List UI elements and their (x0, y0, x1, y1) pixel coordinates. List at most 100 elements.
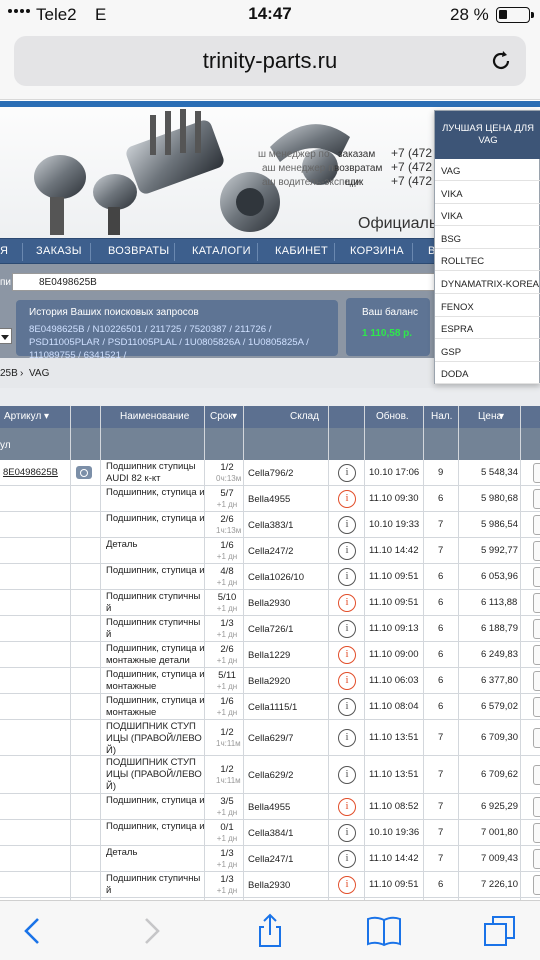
info-icon[interactable]: i (338, 568, 356, 586)
updated: 11.10 09:00 (369, 649, 419, 660)
availability: 9 (438, 467, 444, 478)
nav-cabinet[interactable]: КАБИНЕТ (275, 245, 328, 257)
contact-label: заказам (338, 149, 376, 160)
dropdown-brand-item[interactable]: VIKA (435, 204, 540, 227)
dropdown-brand-item[interactable]: FENOX (435, 295, 540, 317)
contact-phone[interactable]: +7 (472 (391, 174, 432, 188)
dropdown-brand-item[interactable]: VAG (435, 159, 540, 181)
dropdown-brand-item[interactable]: DYNAMATRIX-KOREA (435, 272, 540, 294)
bookmarks-icon[interactable] (366, 913, 402, 949)
item-name: Подшипник, ступица и монтажные (106, 695, 205, 718)
nav-returns[interactable]: ВОЗВРАТЫ (108, 245, 169, 257)
info-icon[interactable]: i (338, 672, 356, 690)
quantity-field[interactable] (533, 515, 540, 535)
price: 5 548,34 (481, 467, 518, 478)
dropdown-brand-item[interactable]: VIKA (435, 182, 540, 204)
info-icon[interactable]: i (338, 766, 356, 784)
back-icon[interactable] (14, 913, 50, 949)
warehouse: Cella796/2 (248, 468, 294, 479)
dropdown-brand-item[interactable]: GSP (435, 340, 540, 362)
quantity-field[interactable] (533, 849, 540, 869)
quantity-field[interactable] (533, 797, 540, 817)
availability: 6 (438, 493, 444, 504)
quantity-field[interactable] (533, 875, 540, 895)
quantity-field[interactable] (533, 765, 540, 785)
dropdown-brand-item[interactable]: DODA (435, 362, 540, 385)
share-icon[interactable] (252, 913, 288, 949)
price: 6 377,80 (481, 675, 518, 686)
info-icon[interactable]: i (338, 824, 356, 842)
info-icon[interactable]: i (338, 798, 356, 816)
term: 3/5 +1 дн (216, 796, 238, 817)
quantity-field[interactable] (533, 489, 540, 509)
term: 2/6 1ч:13м (216, 514, 242, 535)
quantity-field[interactable] (533, 697, 540, 717)
updated: 11.10 09:13 (369, 623, 419, 634)
info-icon[interactable]: i (338, 729, 356, 747)
col-avail: Нал. (431, 411, 453, 422)
quantity-field[interactable] (533, 619, 540, 639)
nav-cart[interactable]: КОРЗИНА (350, 245, 404, 257)
dropdown-brand-item[interactable]: ESPRA (435, 317, 540, 340)
contact-phone[interactable]: +7 (472 (391, 146, 432, 160)
updated: 11.10 14:42 (369, 853, 419, 864)
sort-arrow-icon[interactable]: ▾ (499, 411, 504, 422)
info-icon[interactable]: i (338, 490, 356, 508)
dropdown-brand-item[interactable]: ROLLTEC (435, 249, 540, 272)
updated: 11.10 14:42 (369, 545, 419, 556)
info-icon[interactable]: i (338, 464, 356, 482)
url-text: trinity-parts.ru (202, 48, 338, 73)
select-dropdown[interactable] (0, 328, 12, 344)
search-history-box: История Ваших поисковых запросов 8E04986… (16, 300, 338, 361)
search-input[interactable]: 8E0498625B (12, 273, 452, 291)
article-link[interactable]: 8E0498625B (3, 467, 58, 478)
history-links[interactable]: 8E0498625B / N10226501 / 211725 / 752038… (29, 323, 334, 362)
updated: 11.10 09:51 (369, 597, 419, 608)
balance-box: Ваш баланс 1 110,58 р. (346, 298, 430, 356)
availability: 7 (438, 732, 444, 743)
photo-icon[interactable] (76, 466, 92, 479)
breadcrumb-part[interactable]: 25B (0, 368, 18, 379)
quantity-field[interactable] (533, 645, 540, 665)
quantity-field[interactable] (533, 567, 540, 587)
contact-phone[interactable]: +7 (472 (391, 160, 432, 174)
official-text: Официальн (358, 215, 447, 232)
forward-icon[interactable] (134, 913, 170, 949)
address-bar[interactable]: trinity-parts.ru (14, 36, 526, 86)
tabs-icon[interactable] (482, 913, 518, 949)
item-name: ПОДШИПНИК СТУП ИЦЫ (ПРАВОЙ/ЛЕВО Й) (106, 757, 202, 792)
item-name: ПОДШИПНИК СТУП ИЦЫ (ПРАВОЙ/ЛЕВО Й) (106, 721, 202, 756)
info-icon[interactable]: i (338, 850, 356, 868)
info-icon[interactable]: i (338, 698, 356, 716)
quantity-field[interactable] (533, 728, 540, 748)
info-icon[interactable]: i (338, 594, 356, 612)
price: 6 053,96 (481, 571, 518, 582)
info-icon[interactable]: i (338, 516, 356, 534)
col-term[interactable]: Срок (210, 411, 233, 422)
breadcrumb-brand[interactable]: VAG (29, 368, 49, 379)
quantity-field[interactable] (533, 593, 540, 613)
nav-item[interactable]: Я (0, 245, 8, 257)
info-icon[interactable]: i (338, 876, 356, 894)
status-bar: Tele2 E 14:47 28 % (0, 0, 540, 30)
quantity-field[interactable] (533, 823, 540, 843)
price: 5 986,54 (481, 519, 518, 530)
nav-catalogs[interactable]: КАТАЛОГИ (192, 245, 251, 257)
info-icon[interactable]: i (338, 646, 356, 664)
sort-arrow-icon[interactable]: ▾ (232, 411, 237, 422)
updated: 10.10 19:33 (369, 519, 420, 530)
quantity-field[interactable] (533, 671, 540, 691)
reload-icon[interactable] (488, 48, 514, 74)
table-header: Артикул ▾ Наименование Срок ▾ Склад Обно… (0, 406, 540, 428)
price: 7 009,43 (481, 853, 518, 864)
info-icon[interactable]: i (338, 542, 356, 560)
nav-orders[interactable]: ЗАКАЗЫ (36, 245, 82, 257)
dropdown-brand-item[interactable]: BSG (435, 227, 540, 249)
quantity-field[interactable] (533, 541, 540, 561)
term: 5/7 +1 дн (216, 488, 238, 509)
info-icon[interactable]: i (338, 620, 356, 638)
quantity-field[interactable] (533, 463, 540, 483)
col-article[interactable]: Артикул (4, 411, 41, 422)
sort-arrow-icon[interactable]: ▾ (44, 411, 49, 422)
warehouse: Cella247/2 (248, 546, 294, 557)
